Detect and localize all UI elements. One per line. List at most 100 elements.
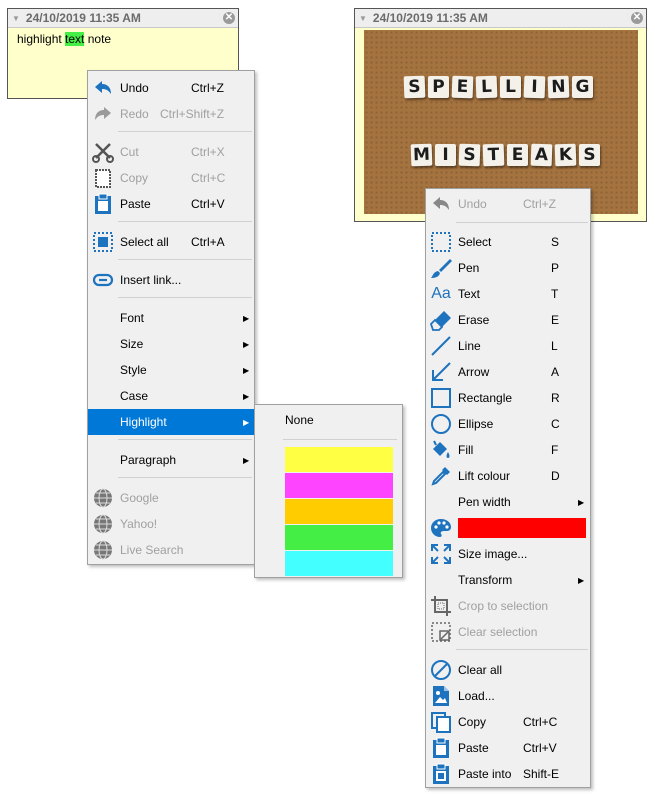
- menu-item-text[interactable]: Aa Text T: [426, 281, 590, 307]
- menu-item-arrow[interactable]: Arrow A: [426, 359, 590, 385]
- menu-shortcut: R: [551, 391, 560, 405]
- letter-tile: L: [475, 75, 498, 99]
- menu-item-size[interactable]: Size ▶: [88, 331, 254, 357]
- menu-item-size-image[interactable]: Size image...: [426, 541, 590, 567]
- highlight-swatch-magenta[interactable]: [285, 473, 393, 498]
- highlight-swatch-orange[interactable]: [285, 499, 393, 524]
- menu-item-paste[interactable]: Paste Ctrl+V: [426, 735, 590, 761]
- menu-label: Cut: [120, 145, 139, 159]
- letter-tile: N: [547, 75, 570, 99]
- letter-tile: M: [410, 143, 433, 167]
- note-image[interactable]: SPELLING MISTEAKS: [364, 30, 638, 214]
- menu-shortcut: L: [551, 339, 558, 353]
- collapse-triangle-icon[interactable]: ▼: [359, 14, 367, 23]
- menu-item-redo[interactable]: Redo Ctrl+Shift+Z: [88, 101, 254, 127]
- menu-label: Live Search: [120, 543, 184, 557]
- menu-item-google[interactable]: Google: [88, 485, 254, 511]
- crop-icon: [430, 595, 452, 617]
- highlight-submenu: None: [254, 404, 403, 578]
- menu-item-erase[interactable]: Erase E: [426, 307, 590, 333]
- menu-label: Insert link...: [120, 273, 182, 287]
- menu-label: Style: [120, 363, 147, 377]
- close-icon[interactable]: ✕: [223, 12, 235, 24]
- menu-separator: [456, 649, 588, 650]
- highlight-swatch-yellow[interactable]: [285, 447, 393, 472]
- menu-shortcut: Shift-E: [523, 767, 560, 781]
- menu-item-ellipse[interactable]: Ellipse C: [426, 411, 590, 437]
- menu-separator: [118, 439, 252, 440]
- menu-item-cut[interactable]: Cut Ctrl+X: [88, 139, 254, 165]
- menu-item-font[interactable]: Font ▶: [88, 305, 254, 331]
- note-timestamp: 24/10/2019 11:35 AM: [25, 11, 141, 25]
- menu-item-copy[interactable]: Copy Ctrl+C: [426, 709, 590, 735]
- paste-icon: [430, 737, 452, 759]
- menu-item-paste-into[interactable]: Paste into Shift-E: [426, 761, 590, 787]
- submenu-arrow-icon: ▶: [578, 575, 585, 585]
- menu-separator: [283, 439, 397, 440]
- eyedropper-icon: [430, 465, 452, 487]
- menu-item-insert-link[interactable]: Insert link...: [88, 267, 254, 293]
- tile-word-2: MISTEAKS: [410, 143, 600, 167]
- close-icon[interactable]: ✕: [631, 12, 643, 24]
- menu-shortcut: Ctrl+A: [191, 235, 225, 249]
- menu-label: Rectangle: [458, 391, 513, 405]
- letter-tile: G: [572, 76, 593, 98]
- tile-word-1: SPELLING: [403, 75, 593, 99]
- menu-item-clear-all[interactable]: Clear all: [426, 657, 590, 683]
- menu-item-copy[interactable]: Copy Ctrl+C: [88, 165, 254, 191]
- highlight-swatch-cyan[interactable]: [285, 551, 393, 576]
- menu-item-fill[interactable]: Fill F: [426, 437, 590, 463]
- submenu-arrow-icon: ▶: [243, 455, 250, 465]
- menu-label: Pen width: [458, 495, 511, 509]
- menu-shortcut: Ctrl+Z: [523, 197, 556, 211]
- menu-item-undo[interactable]: Undo Ctrl+Z: [426, 191, 590, 217]
- menu-item-pen-width[interactable]: Pen width ▶: [426, 489, 590, 515]
- letter-tile: I: [523, 75, 546, 99]
- note-header[interactable]: ▼ 24/10/2019 11:35 AM ✕: [355, 9, 646, 28]
- menu-item-lift-colour[interactable]: Lift colour D: [426, 463, 590, 489]
- menu-label: Fill: [458, 443, 474, 457]
- menu-item-yahoo[interactable]: Yahoo!: [88, 511, 254, 537]
- note-header[interactable]: ▼ 24/10/2019 11:35 AM ✕: [8, 9, 238, 28]
- menu-label: Select: [458, 235, 492, 249]
- menu-item-undo[interactable]: Undo Ctrl+Z: [88, 75, 254, 101]
- menu-item-crop-to-selection[interactable]: Crop to selection: [426, 593, 590, 619]
- menu-label: Paste into: [458, 767, 512, 781]
- menu-item-case[interactable]: Case ▶: [88, 383, 254, 409]
- letter-tile: T: [482, 143, 505, 167]
- menu-shortcut: P: [551, 261, 560, 275]
- redo-icon: [92, 103, 114, 125]
- letter-tile: L: [500, 76, 521, 98]
- menu-label: Clear all: [458, 663, 503, 677]
- menu-item-pen[interactable]: Pen P: [426, 255, 590, 281]
- menu-item-style[interactable]: Style ▶: [88, 357, 254, 383]
- menu-label: Font: [120, 311, 145, 325]
- menu-item-live-search[interactable]: Live Search: [88, 537, 254, 563]
- menu-item-highlight[interactable]: Highlight ▶: [88, 409, 254, 435]
- menu-label: Google: [120, 491, 159, 505]
- menu-shortcut: Ctrl+V: [191, 197, 225, 211]
- submenu-arrow-icon: ▶: [243, 391, 250, 401]
- menu-item-load[interactable]: Load...: [426, 683, 590, 709]
- highlight-none[interactable]: None: [285, 413, 314, 427]
- menu-item-transform[interactable]: Transform ▶: [426, 567, 590, 593]
- collapse-triangle-icon[interactable]: ▼: [12, 14, 20, 23]
- menu-separator: [118, 297, 252, 298]
- menu-label: Lift colour: [458, 469, 511, 483]
- menu-shortcut: E: [551, 313, 560, 327]
- globe-icon: [92, 513, 114, 535]
- menu-item-paste[interactable]: Paste Ctrl+V: [88, 191, 254, 217]
- menu-item-rectangle[interactable]: Rectangle R: [426, 385, 590, 411]
- menu-item-select[interactable]: Select S: [426, 229, 590, 255]
- menu-item-select-all[interactable]: Select all Ctrl+A: [88, 229, 254, 255]
- menu-label: Undo: [120, 81, 149, 95]
- menu-label: Size: [120, 337, 144, 351]
- highlight-swatch-green[interactable]: [285, 525, 393, 550]
- menu-label: Highlight: [120, 415, 167, 429]
- menu-item-clear-selection[interactable]: Clear selection: [426, 619, 590, 645]
- menu-item-line[interactable]: Line L: [426, 333, 590, 359]
- menu-item-paragraph[interactable]: Paragraph ▶: [88, 447, 254, 473]
- menu-item-pen-colour[interactable]: [426, 515, 590, 541]
- submenu-arrow-icon: ▶: [243, 365, 250, 375]
- note-text[interactable]: highlight text note: [8, 28, 238, 46]
